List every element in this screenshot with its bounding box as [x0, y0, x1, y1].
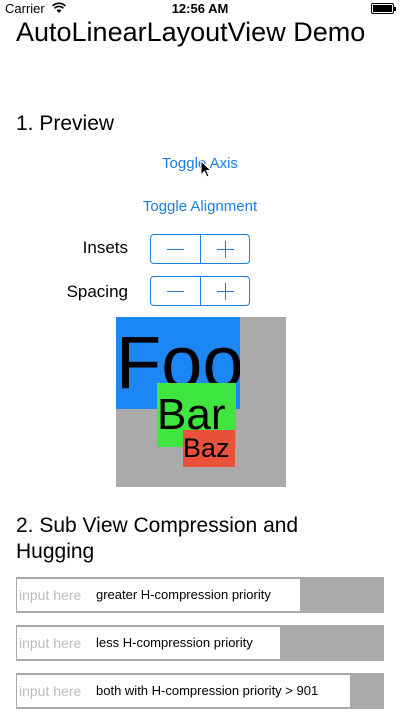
minus-icon [167, 249, 184, 250]
battery-icon [371, 3, 396, 14]
app-screen: Carrier 12:56 AM AutoLinearLayoutView De… [0, 0, 400, 714]
toggle-alignment-button[interactable]: Toggle Alignment [0, 198, 400, 215]
insets-stepper [150, 234, 250, 264]
row-3-label: both with H-compression priority > 901 [94, 675, 350, 707]
insets-decrement-button[interactable] [151, 235, 200, 263]
row-1-text-input[interactable] [17, 579, 94, 611]
spacing-increment-button[interactable] [199, 277, 250, 305]
spacing-stepper [150, 276, 250, 306]
hugging-row-3: both with H-compression priority > 901 [16, 673, 384, 709]
page-title: AutoLinearLayoutView Demo [16, 17, 366, 47]
insets-label: Insets [82, 238, 128, 257]
row-1-label: greater H-compression priority [94, 579, 300, 611]
row-3-text-input[interactable] [17, 675, 94, 707]
baz-box: Baz [183, 430, 235, 467]
minus-icon [167, 291, 184, 292]
hugging-row-2: less H-compression priority [16, 625, 384, 661]
spacing-label: Spacing [66, 282, 128, 301]
linear-layout-preview: Foo Bar Baz [116, 317, 286, 487]
clock: 12:56 AM [171, 1, 229, 16]
hugging-row-1: greater H-compression priority [16, 577, 384, 613]
row-2-text-input[interactable] [17, 627, 94, 659]
hugging-heading: 2. Sub View Compression and Hugging [16, 514, 299, 563]
insets-increment-button[interactable] [199, 235, 250, 263]
spacing-decrement-button[interactable] [151, 277, 200, 305]
preview-heading: 1. Preview [16, 112, 115, 135]
mouse-cursor-icon [200, 160, 212, 178]
row-2-label: less H-compression priority [94, 627, 280, 659]
